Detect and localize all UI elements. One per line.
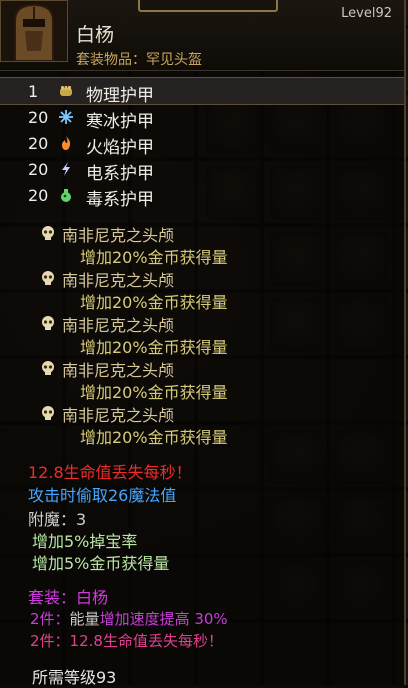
stat-value: 20 bbox=[28, 134, 49, 153]
stat-row-cold: 20 寒冰护甲 bbox=[0, 104, 404, 132]
skull-icon bbox=[42, 316, 54, 330]
stat-label: 毒系护甲 bbox=[86, 190, 154, 210]
snowflake-icon bbox=[59, 110, 73, 124]
life-loss-affix: 12.8生命值丢失每秒！ bbox=[28, 463, 192, 482]
gem-name: 南非尼克之头颅 bbox=[62, 226, 175, 245]
poison-icon bbox=[61, 189, 71, 202]
stat-label: 寒冰护甲 bbox=[86, 112, 154, 132]
gem-effect: 增加20%金币获得量 bbox=[80, 338, 228, 357]
item-type: 套装物品：罕见头盔 bbox=[76, 52, 202, 68]
set-bonus-stat: 能量 bbox=[69, 610, 100, 628]
tooltip-header: 白杨 套装物品：罕见头盔 Level92 bbox=[0, 0, 404, 71]
enchant-count: 附魔：3 bbox=[28, 510, 87, 529]
set-bonus-2: 2件：12.8生命值丢失每秒！ bbox=[30, 632, 223, 650]
stat-value: 20 bbox=[28, 160, 49, 179]
fist-icon bbox=[60, 86, 72, 96]
set-bonus-text: 增加速度提高 30% bbox=[99, 610, 228, 628]
skull-icon bbox=[42, 406, 54, 420]
set-bonus-count: 2件： bbox=[30, 610, 70, 628]
item-level: Level92 bbox=[341, 6, 392, 21]
skull-icon bbox=[42, 271, 54, 285]
skull-icon bbox=[42, 361, 54, 375]
stat-value: 1 bbox=[28, 82, 39, 101]
stat-label: 火焰护甲 bbox=[86, 138, 154, 158]
gem-name: 南非尼克之头颅 bbox=[62, 361, 175, 380]
helmet-icon bbox=[1, 1, 67, 61]
item-tooltip: 白杨 套装物品：罕见头盔 Level92 1 物理护甲 20 寒冰护甲 20 火… bbox=[0, 0, 406, 687]
gem-effect: 增加20%金币获得量 bbox=[80, 383, 228, 402]
item-portrait bbox=[0, 0, 68, 62]
set-bonus-1: 2件：能量增加速度提高 30% bbox=[30, 608, 228, 629]
gem-effect: 增加20%金币获得量 bbox=[80, 428, 228, 447]
stat-value: 20 bbox=[28, 186, 49, 205]
enchant-gold-find: 增加5%金币获得量 bbox=[32, 554, 170, 573]
stat-row-fire: 20 火焰护甲 bbox=[0, 130, 404, 158]
window-tab[interactable] bbox=[138, 0, 278, 12]
gem-name: 南非尼克之头颅 bbox=[62, 406, 175, 425]
gem-name: 南非尼克之头颅 bbox=[62, 271, 175, 290]
gem-effect: 增加20%金币获得量 bbox=[80, 248, 228, 267]
skull-icon bbox=[42, 226, 54, 240]
stat-row-physical: 1 物理护甲 bbox=[0, 77, 404, 106]
enchant-magic-find: 增加5%掉宝率 bbox=[32, 532, 138, 551]
gem-name: 南非尼克之头颅 bbox=[62, 316, 175, 335]
required-level: 所需等级93 bbox=[32, 668, 117, 687]
stat-label: 电系护甲 bbox=[86, 164, 154, 184]
stat-label: 物理护甲 bbox=[86, 86, 154, 106]
mana-steal-affix: 攻击时偷取26魔法值 bbox=[28, 486, 177, 505]
item-name: 白杨 bbox=[76, 24, 115, 46]
set-title: 套装：白杨 bbox=[28, 588, 109, 607]
stat-row-lightning: 20 电系护甲 bbox=[0, 156, 404, 184]
gem-effect: 增加20%金币获得量 bbox=[80, 293, 228, 312]
stat-value: 20 bbox=[28, 108, 49, 127]
lightning-icon bbox=[62, 162, 70, 176]
flame-icon bbox=[62, 136, 71, 150]
stat-row-poison: 20 毒系护甲 bbox=[0, 182, 404, 210]
